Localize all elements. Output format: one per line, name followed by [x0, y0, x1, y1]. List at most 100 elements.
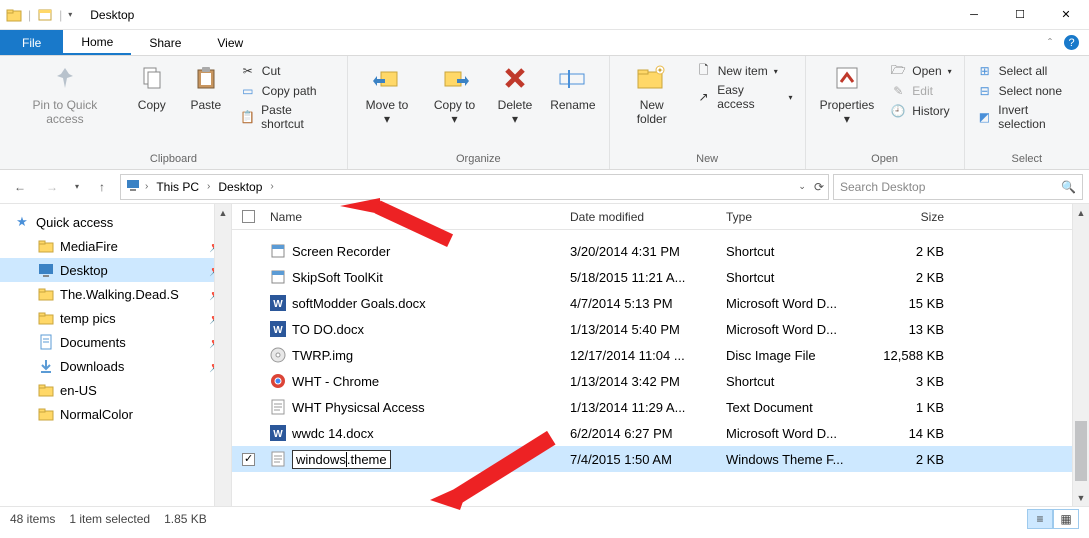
- status-items: 48 items: [10, 512, 55, 526]
- selectall-icon: ⊞: [977, 63, 993, 79]
- file-icon: [270, 373, 286, 389]
- scroll-up-icon[interactable]: ▲: [1073, 204, 1089, 221]
- invert-selection-button[interactable]: ◩Invert selection: [973, 102, 1081, 132]
- scroll-down-icon[interactable]: ▼: [1073, 489, 1089, 506]
- share-tab[interactable]: Share: [131, 30, 199, 55]
- col-size[interactable]: Size: [868, 210, 968, 224]
- chevron-icon[interactable]: ›: [270, 181, 273, 192]
- pin-icon: [49, 62, 81, 94]
- new-item-button[interactable]: 🗋New item ▾: [692, 62, 797, 80]
- svg-text:W: W: [273, 325, 283, 336]
- delete-icon: [499, 62, 531, 94]
- history-icon: 🕘: [890, 103, 906, 119]
- copy-to-icon: [439, 62, 471, 94]
- status-selected: 1 item selected: [69, 512, 150, 526]
- qat-dropdown-icon[interactable]: ▾: [68, 10, 72, 19]
- copypath-icon: ▭: [240, 83, 256, 99]
- select-all-button[interactable]: ⊞Select all: [973, 62, 1081, 80]
- chevron-icon[interactable]: ›: [207, 181, 210, 192]
- new-folder-button[interactable]: ✦ New folder: [618, 60, 686, 128]
- star-icon: ★: [14, 214, 30, 230]
- maximize-button[interactable]: ☐: [997, 0, 1043, 30]
- qat-props-icon[interactable]: [37, 7, 53, 23]
- copy-to-button[interactable]: Copy to ▾: [424, 60, 485, 128]
- up-button[interactable]: ↑: [88, 174, 116, 200]
- scroll-thumb[interactable]: [1075, 421, 1087, 481]
- nav-item[interactable]: Documents 📌: [0, 330, 231, 354]
- svg-text:W: W: [273, 429, 283, 440]
- refresh-icon[interactable]: ⟳: [814, 180, 824, 194]
- nav-item[interactable]: temp pics 📌: [0, 306, 231, 330]
- forward-button[interactable]: →: [38, 174, 66, 200]
- rename-button[interactable]: Rename: [545, 60, 601, 114]
- file-row[interactable]: WHT Physicsal Access 1/13/2014 11:29 A..…: [232, 394, 1089, 420]
- folder-icon: [38, 262, 54, 278]
- nav-item[interactable]: NormalColor: [0, 402, 231, 426]
- nav-item[interactable]: The.Walking.Dead.S 📌: [0, 282, 231, 306]
- group-new-label: New: [618, 151, 797, 167]
- row-checkbox[interactable]: ✓: [242, 453, 255, 466]
- paste-button[interactable]: Paste: [182, 60, 230, 114]
- folder-icon: [38, 382, 54, 398]
- file-row[interactable]: WHT - Chrome 1/13/2014 3:42 PM Shortcut …: [232, 368, 1089, 394]
- easy-access-button[interactable]: ↗Easy access ▾: [692, 82, 797, 112]
- nav-item[interactable]: Downloads 📌: [0, 354, 231, 378]
- delete-button[interactable]: Delete▾: [491, 60, 539, 128]
- nav-item[interactable]: en-US: [0, 378, 231, 402]
- crumb-desktop[interactable]: Desktop: [214, 180, 266, 194]
- crumb-dropdown-icon[interactable]: ⌄: [798, 181, 806, 192]
- nav-quick-access[interactable]: ★ Quick access: [0, 210, 231, 234]
- invert-icon: ◩: [977, 109, 993, 125]
- open-button[interactable]: 🗁Open ▾: [886, 62, 955, 80]
- copy-button[interactable]: Copy: [128, 60, 176, 114]
- cut-button[interactable]: ✂Cut: [236, 62, 339, 80]
- properties-button[interactable]: Properties▾: [814, 60, 881, 128]
- edit-button: ✎Edit: [886, 82, 955, 100]
- file-row[interactable]: WTO DO.docx 1/13/2014 5:40 PM Microsoft …: [232, 316, 1089, 342]
- scroll-up-icon[interactable]: ▲: [215, 204, 231, 221]
- folder-icon: [38, 406, 54, 422]
- copy-path-button[interactable]: ▭Copy path: [236, 82, 339, 100]
- rename-input[interactable]: windows.theme: [292, 450, 391, 469]
- breadcrumb[interactable]: › This PC › Desktop › ⌄ ⟳: [120, 174, 829, 200]
- move-to-button[interactable]: Move to ▾: [356, 60, 418, 128]
- nav-item[interactable]: MediaFire 📌: [0, 234, 231, 258]
- titlebar: | | ▾ Desktop ─ ☐ ✕: [0, 0, 1089, 30]
- back-button[interactable]: ←: [6, 174, 34, 200]
- file-row[interactable]: Wwwdc 14.docx 6/2/2014 6:27 PM Microsoft…: [232, 420, 1089, 446]
- history-button[interactable]: 🕘History: [886, 102, 955, 120]
- paste-shortcut-button[interactable]: 📋Paste shortcut: [236, 102, 339, 132]
- select-none-button[interactable]: ⊟Select none: [973, 82, 1081, 100]
- crumb-pc[interactable]: This PC: [152, 180, 203, 194]
- select-all-checkbox[interactable]: [242, 210, 255, 223]
- file-tab[interactable]: File: [0, 30, 63, 55]
- file-row-editing[interactable]: ✓ windows.theme 7/4/2015 1:50 AM Windows…: [232, 446, 1089, 472]
- address-bar: ← → ▾ ↑ › This PC › Desktop › ⌄ ⟳ Search…: [0, 170, 1089, 204]
- view-tab[interactable]: View: [199, 30, 261, 55]
- annotation-arrow: [430, 420, 570, 510]
- chevron-icon[interactable]: ›: [145, 181, 148, 192]
- details-view-button[interactable]: ≡: [1027, 509, 1053, 529]
- help-icon[interactable]: ?: [1064, 35, 1079, 50]
- pin-quick-access-button[interactable]: Pin to Quick access: [8, 60, 122, 128]
- col-type[interactable]: Type: [718, 210, 868, 224]
- qat-sep2: |: [59, 8, 62, 22]
- file-row[interactable]: WsoftModder Goals.docx 4/7/2014 5:13 PM …: [232, 290, 1089, 316]
- group-open-label: Open: [814, 151, 956, 167]
- svg-text:W: W: [273, 299, 283, 310]
- file-row[interactable]: TWRP.img 12/17/2014 11:04 ... Disc Image…: [232, 342, 1089, 368]
- recent-button[interactable]: ▾: [70, 174, 84, 200]
- icons-view-button[interactable]: ▦: [1053, 509, 1079, 529]
- search-input[interactable]: Search Desktop 🔍: [833, 174, 1083, 200]
- minimize-button[interactable]: ─: [951, 0, 997, 30]
- group-select-label: Select: [973, 151, 1081, 167]
- nav-item[interactable]: Desktop 📌: [0, 258, 231, 282]
- search-icon[interactable]: 🔍: [1061, 180, 1076, 194]
- move-to-icon: [371, 62, 403, 94]
- home-tab[interactable]: Home: [63, 30, 131, 55]
- paste-icon: [190, 62, 222, 94]
- col-date[interactable]: Date modified: [562, 210, 718, 224]
- easyaccess-icon: ↗: [696, 89, 712, 105]
- close-button[interactable]: ✕: [1043, 0, 1089, 30]
- ribbon-collapse-icon[interactable]: ˆ: [1048, 36, 1052, 50]
